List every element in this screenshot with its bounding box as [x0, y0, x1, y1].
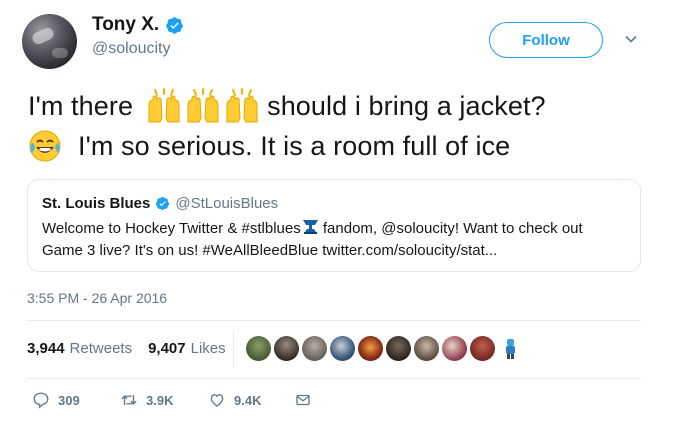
liker-avatar-9[interactable]	[470, 336, 495, 361]
quoted-author-name: St. Louis Blues	[42, 195, 151, 212]
quoted-text-part-1: Welcome to Hockey Twitter & #stlblues	[42, 220, 301, 237]
retweet-icon	[121, 394, 137, 406]
tweet-text-part-3: I'm so serious. It is a room full of ice	[78, 131, 511, 161]
retweet-action[interactable]: 3.9K	[120, 391, 208, 409]
cartoon-icon	[506, 339, 515, 359]
liker-avatar-10[interactable]	[498, 336, 523, 361]
stats-separator	[233, 330, 234, 367]
divider	[27, 378, 641, 379]
direct-message-action[interactable]	[294, 391, 312, 409]
crying-laughing-face-icon	[29, 130, 61, 162]
reply-action[interactable]: 309	[32, 391, 120, 409]
stanley-cup-icon	[302, 220, 318, 234]
likes-count[interactable]: 9,407	[148, 340, 186, 357]
tweet-timestamp[interactable]: 3:55 PM - 26 Apr 2016	[27, 290, 167, 306]
quoted-text-part-2: fandom, @soloucity! Want to check out	[318, 220, 583, 237]
author-avatar[interactable]	[22, 14, 77, 69]
author-name-row[interactable]: Tony X.	[92, 14, 184, 36]
retweet-count: 3.9K	[146, 392, 174, 408]
quoted-text-part-3: Game 3 live? It's on us! #WeAllBleedBlue…	[42, 242, 498, 259]
follow-button[interactable]: Follow	[489, 22, 603, 58]
liker-avatars	[246, 336, 523, 361]
author-name[interactable]: Tony X.	[92, 14, 159, 36]
quoted-author-handle: @StLouisBlues	[175, 195, 279, 212]
like-count: 9.4K	[234, 392, 262, 408]
raising-hands-icon	[226, 88, 258, 123]
liker-avatar-3[interactable]	[302, 336, 327, 361]
heart-icon	[210, 394, 224, 407]
author-handle[interactable]: @soloucity	[92, 40, 171, 58]
liker-avatar-5[interactable]	[358, 336, 383, 361]
liker-avatar-1[interactable]	[246, 336, 271, 361]
retweets-count[interactable]: 3,944	[27, 340, 65, 357]
liker-avatar-4[interactable]	[330, 336, 355, 361]
liker-avatar-7[interactable]	[414, 336, 439, 361]
reply-icon	[33, 392, 49, 409]
tweet-text-part-2: should i bring a jacket?	[267, 91, 546, 121]
tweet-actions: 309 3.9K 9.4K	[32, 391, 312, 409]
quoted-tweet-header: St. Louis Blues @StLouisBlues	[42, 195, 278, 212]
tweet-stats: 3,944 Retweets 9,407 Likes	[27, 340, 226, 357]
raising-hands-icon	[148, 88, 180, 123]
like-action[interactable]: 9.4K	[208, 391, 294, 409]
divider	[27, 320, 641, 321]
raising-hands-icon	[187, 88, 219, 123]
retweets-label[interactable]: Retweets	[70, 340, 133, 357]
liker-avatar-8[interactable]	[442, 336, 467, 361]
tweet-line-2: I'm so serious. It is a room full of ice	[28, 126, 658, 166]
verified-badge-icon	[166, 16, 184, 34]
likes-label[interactable]: Likes	[191, 340, 226, 357]
tweet-text: I'm there should i bring a jacket? I'm s…	[28, 86, 658, 166]
envelope-icon	[296, 394, 310, 406]
chevron-down-icon[interactable]	[624, 32, 638, 46]
liker-avatar-6[interactable]	[386, 336, 411, 361]
tweet-text-part-1: I'm there	[28, 91, 134, 121]
verified-badge-icon	[156, 197, 170, 210]
reply-count: 309	[58, 392, 80, 408]
liker-avatar-2[interactable]	[274, 336, 299, 361]
tweet-line-1: I'm there should i bring a jacket?	[28, 86, 658, 126]
quoted-tweet-text: Welcome to Hockey Twitter & #stlblues fa…	[42, 218, 632, 262]
